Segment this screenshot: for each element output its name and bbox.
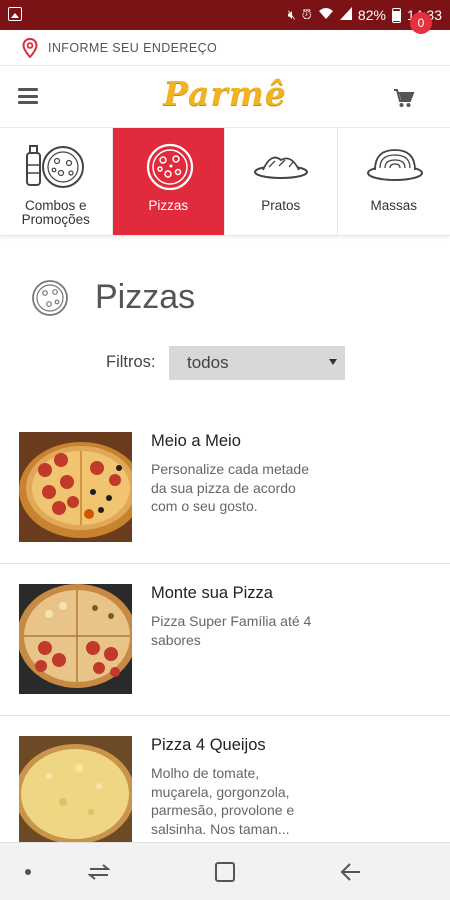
combo-icon [26,145,84,188]
product-item[interactable]: Monte sua Pizza Pizza Super Família até … [0,564,450,716]
plate-icon [254,156,308,179]
filters-label: Filtros: [106,353,156,371]
gallery-icon [8,7,22,21]
battery-percent: 82% [357,7,386,23]
product-description-line: muçarela, gorgonzola, [151,783,290,800]
tab-pizzas[interactable]: Pizzas [112,128,225,235]
pasta-icon [366,149,423,181]
product-description-line: com o seu gosto. [151,498,258,514]
tab-pratos-label: Pratos [261,198,301,213]
filter-select[interactable]: todos [169,346,345,380]
product-description-line: Molho de tomate, [151,765,260,781]
back-icon[interactable] [340,862,362,882]
product-description: Personalize cada metade da sua pizza de … [151,460,341,516]
product-description-line: Pizza Super Família até 4 [151,613,312,629]
pizza-section-icon [32,280,68,316]
battery-icon [391,7,401,23]
product-description-line: da sua pizza de acordo [151,479,296,496]
system-nav-bar [0,842,450,900]
category-tabs: Combos e Promoções Pizzas Pratos Massas [0,128,450,236]
product-item[interactable]: Meio a Meio Personalize cada metade da s… [0,412,450,564]
product-description-line: Personalize cada metade [151,461,309,477]
product-image [19,584,132,694]
dot-icon[interactable] [25,869,31,875]
tab-pizzas-label: Pizzas [148,198,189,213]
recent-apps-icon[interactable] [88,862,110,882]
wifi-icon [318,6,334,24]
product-description-line: sabores [151,631,201,648]
tab-massas[interactable]: Massas [338,128,450,235]
product-description-line: salsinha. Nos taman... [151,820,290,837]
product-image [19,432,132,542]
mute-icon: 🔇︎ [287,7,296,22]
filter-selected-value: todos [187,353,229,372]
product-description-line: parmesão, provolone e [151,802,295,818]
tab-massas-label: Massas [370,198,417,213]
status-bar: 🔇︎ ⏰︎ 82% 14:33 [0,0,450,30]
signal-icon [339,6,352,24]
parme-logo[interactable]: Parmê [140,74,310,113]
tab-combos-label-line1: Combos e [24,198,87,213]
app-header: Parmê [0,66,450,128]
address-label: INFORME SEU ENDEREÇO [48,40,218,55]
tab-combos-label-line2: Promoções [21,212,90,227]
tab-combos-promocoes[interactable]: Combos e Promoções [0,128,113,235]
location-pin-icon [22,37,38,58]
product-name: Meio a Meio [151,432,241,450]
alarm-icon: ⏰︎ [301,7,312,22]
dropdown-arrow-icon [329,359,337,365]
page-title: Pizzas [95,278,196,316]
cart-icon[interactable] [393,88,415,108]
product-description: Molho de tomate, muçarela, gorgonzola, p… [151,764,341,838]
address-bar[interactable]: INFORME SEU ENDEREÇO [0,30,450,66]
home-icon[interactable] [215,862,235,882]
product-name: Pizza 4 Queijos [151,736,266,754]
product-description: Pizza Super Família até 4 sabores [151,612,341,649]
pizza-icon [146,143,193,191]
product-image [19,736,132,842]
cart-count-badge[interactable]: 0 [410,12,432,34]
hamburger-menu-icon[interactable] [18,88,38,104]
product-name: Monte sua Pizza [151,584,273,602]
tab-pratos[interactable]: Pratos [225,128,338,235]
product-item[interactable]: Pizza 4 Queijos Molho de tomate, muçarel… [0,716,450,842]
